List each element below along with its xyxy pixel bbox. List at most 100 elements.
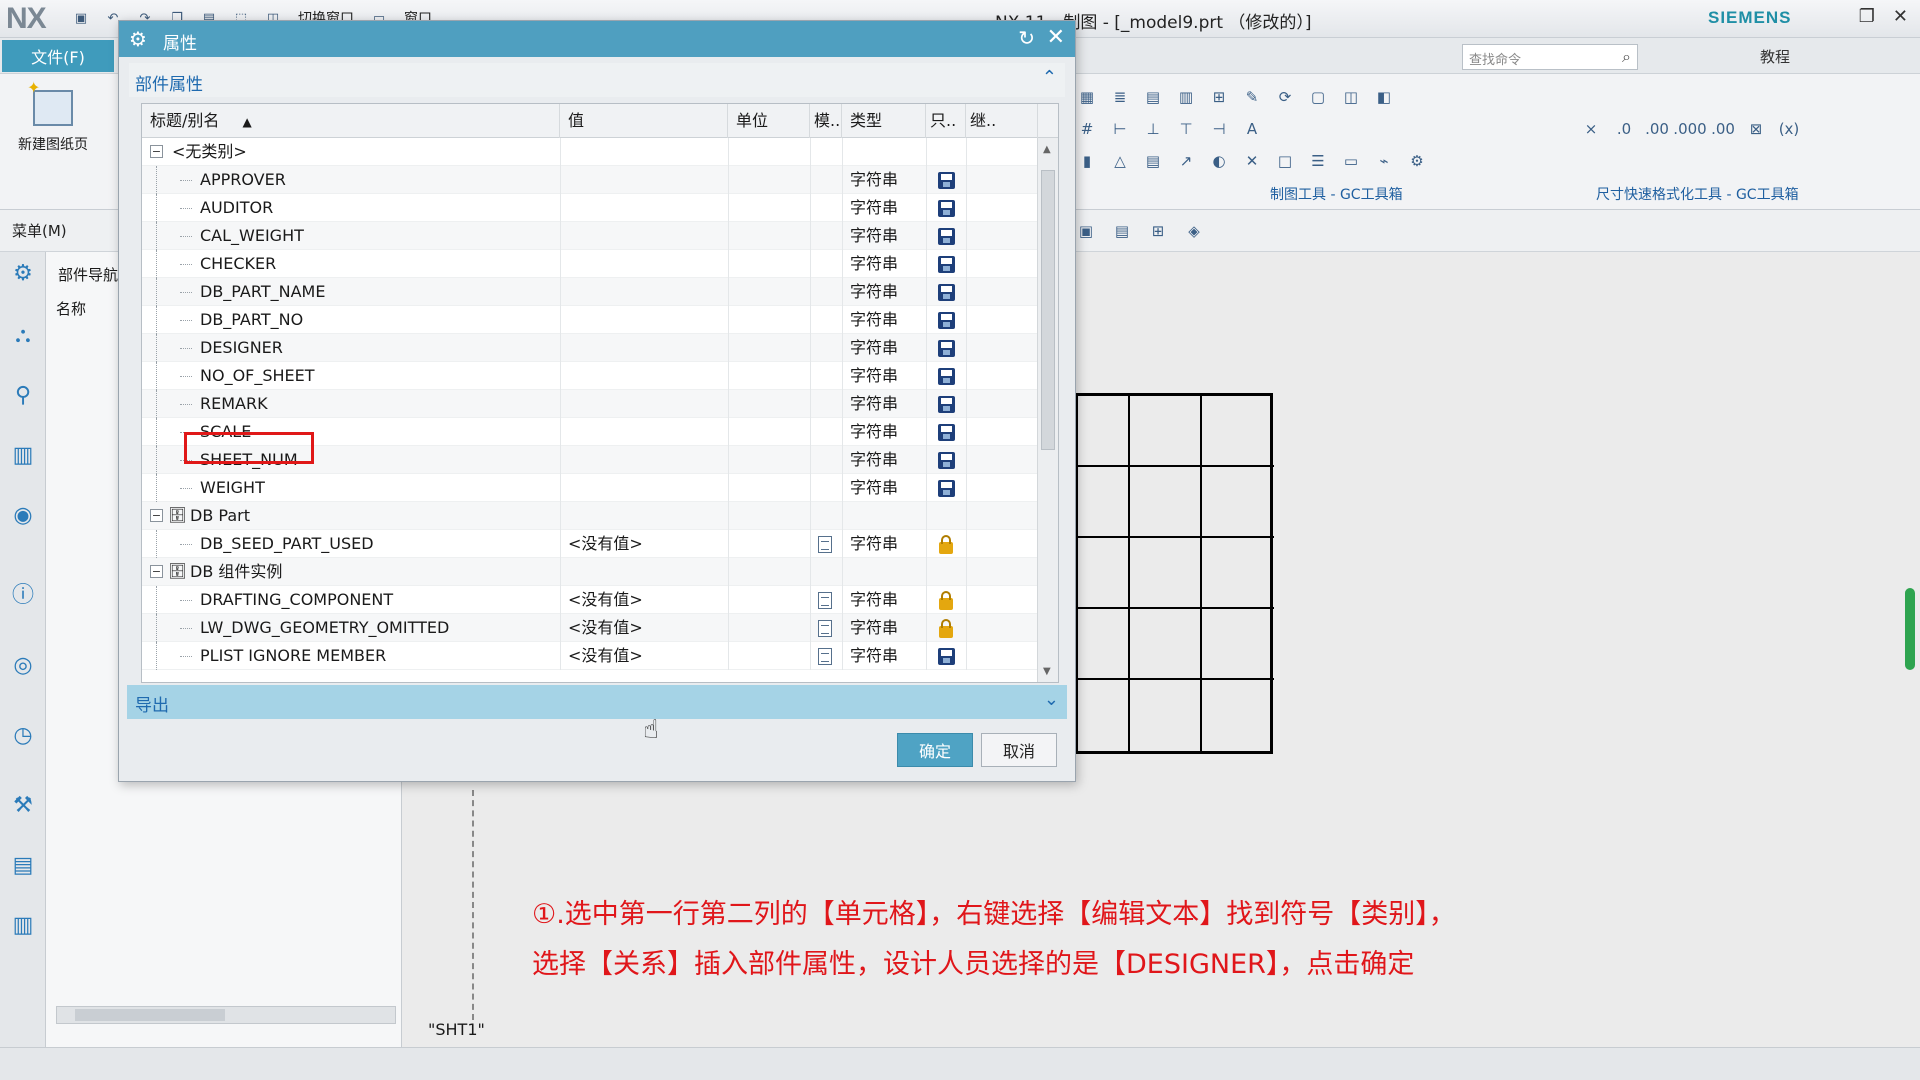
list-icon[interactable]: ☰: [1307, 150, 1329, 172]
history-icon[interactable]: ◷: [9, 722, 37, 750]
layout-icon[interactable]: ⊞: [1147, 220, 1169, 242]
navigator-horizontal-scrollbar[interactable]: [56, 1006, 396, 1024]
table-row[interactable]: APPROVER 字符串: [142, 166, 1038, 194]
attribute-title-cell[interactable]: LW_DWG_GEOMETRY_OMITTED: [142, 614, 560, 642]
info-icon[interactable]: ⓘ: [9, 582, 37, 610]
attribute-value-cell[interactable]: [560, 474, 728, 502]
export-section-header[interactable]: 导出 ⌄: [127, 685, 1067, 719]
eye-icon[interactable]: ◉: [9, 502, 37, 530]
assembly-navigator-icon[interactable]: ⚲: [9, 382, 37, 410]
column-readonly[interactable]: 只..: [926, 104, 966, 138]
table-row[interactable]: AUDITOR 字符串: [142, 194, 1038, 222]
attribute-value-cell[interactable]: [560, 362, 728, 390]
sheet-icon[interactable]: ▤: [1142, 86, 1164, 108]
cancel-button[interactable]: 取消: [981, 733, 1057, 767]
save-icon[interactable]: ▣: [70, 8, 92, 28]
frame-icon[interactable]: ▢: [1307, 86, 1329, 108]
table-row[interactable]: DB_SEED_PART_USED <没有值> 字符串: [142, 530, 1038, 558]
dimension-icon[interactable]: ⊢: [1109, 118, 1131, 140]
scroll-thumb[interactable]: [75, 1009, 225, 1021]
tolerance-icon[interactable]: ⊥: [1142, 118, 1164, 140]
column-modifiable[interactable]: 模..: [810, 104, 842, 138]
table-row[interactable]: REMARK 字符串: [142, 390, 1038, 418]
attribute-title-cell[interactable]: CHECKER: [142, 250, 560, 278]
attribute-title-cell[interactable]: DB_SEED_PART_USED: [142, 530, 560, 558]
axis-icon[interactable]: ↗: [1175, 150, 1197, 172]
attribute-value-cell[interactable]: [560, 166, 728, 194]
text-abc-icon[interactable]: A: [1241, 118, 1263, 140]
column-title[interactable]: 标题/别名 ▲: [142, 104, 560, 138]
sphere-icon[interactable]: ◐: [1208, 150, 1230, 172]
attribute-value-cell[interactable]: [560, 222, 728, 250]
zoom-slider[interactable]: [1905, 588, 1915, 670]
boxed-x-icon[interactable]: ⊠: [1745, 118, 1767, 140]
scroll-up-icon[interactable]: ▲: [1043, 144, 1051, 155]
attribute-title-cell[interactable]: DESIGNER: [142, 334, 560, 362]
chart-icon[interactable]: ⊤: [1175, 118, 1197, 140]
attribute-value-cell[interactable]: [560, 390, 728, 418]
table-row[interactable]: NO_OF_SHEET 字符串: [142, 362, 1038, 390]
attribute-value-cell[interactable]: [560, 446, 728, 474]
window-split-icon[interactable]: ◫: [1340, 86, 1362, 108]
attribute-value-cell[interactable]: <没有值>: [560, 586, 728, 614]
table-group-row[interactable]: − <无类别>: [142, 138, 1038, 166]
help-label[interactable]: 教程: [1760, 46, 1790, 67]
restore-icon[interactable]: ❐: [1859, 6, 1875, 27]
attribute-value-cell[interactable]: <没有值>: [560, 530, 728, 558]
close-window-icon[interactable]: ✕: [1893, 6, 1908, 27]
column-inherit[interactable]: 继..: [966, 104, 1038, 138]
filter-icon[interactable]: ◈: [1183, 220, 1205, 242]
menu-button[interactable]: 菜单(M): [12, 220, 67, 241]
table-row[interactable]: LW_DWG_GEOMETRY_OMITTED <没有值> 字符串: [142, 614, 1038, 642]
table-row[interactable]: WEIGHT 字符串: [142, 474, 1038, 502]
table-row[interactable]: PLIST IGNORE MEMBER <没有值> 字符串: [142, 642, 1038, 670]
attribute-title-cell[interactable]: PLIST IGNORE MEMBER: [142, 642, 560, 670]
attribute-title-cell[interactable]: WEIGHT: [142, 474, 560, 502]
settings-icon[interactable]: ⚙: [9, 260, 37, 288]
dimension-format-group-label[interactable]: 尺寸快速格式化工具 - GC工具箱: [1596, 184, 1799, 204]
doc-icon[interactable]: ▤: [1142, 150, 1164, 172]
layers-icon[interactable]: ≣: [1109, 86, 1131, 108]
decimal-3-icon[interactable]: .000: [1673, 118, 1706, 140]
navigator-column-name[interactable]: 名称: [56, 298, 86, 319]
reuse-library-icon[interactable]: ▥: [9, 442, 37, 470]
attribute-value-cell[interactable]: [560, 418, 728, 446]
attribute-value-cell[interactable]: [560, 334, 728, 362]
attribute-title-cell[interactable]: CAL_WEIGHT: [142, 222, 560, 250]
note-icon[interactable]: ▭: [1340, 150, 1362, 172]
close-icon[interactable]: ✕: [1047, 25, 1065, 50]
command-search-input[interactable]: 查找命令 ⌕: [1462, 44, 1638, 70]
table-group-row[interactable]: − 🗄 DB 组件实例: [142, 558, 1038, 586]
attribute-title-cell[interactable]: NO_OF_SHEET: [142, 362, 560, 390]
part-navigator-icon[interactable]: ⛬: [9, 322, 37, 350]
attribute-value-cell[interactable]: [560, 194, 728, 222]
xyz-icon[interactable]: ✕: [1241, 150, 1263, 172]
attribute-title-cell[interactable]: REMARK: [142, 390, 560, 418]
column-type[interactable]: 类型: [842, 104, 926, 138]
view-icon[interactable]: ▤: [1111, 220, 1133, 242]
search-icon[interactable]: ⌕: [1622, 47, 1631, 67]
attribute-value-cell[interactable]: [560, 306, 728, 334]
scroll-down-icon[interactable]: ▼: [1043, 666, 1051, 677]
attribute-value-cell[interactable]: <没有值>: [560, 642, 728, 670]
decimal-4-icon[interactable]: .00: [1711, 118, 1735, 140]
refresh-icon[interactable]: ⟳: [1274, 86, 1296, 108]
edit-icon[interactable]: ✎: [1241, 86, 1263, 108]
attribute-title-cell[interactable]: DB_PART_NO: [142, 306, 560, 334]
attribute-value-cell[interactable]: <没有值>: [560, 614, 728, 642]
scroll-thumb[interactable]: [1041, 170, 1055, 450]
collapse-toggle-icon[interactable]: −: [150, 509, 163, 522]
table-row[interactable]: DB_PART_NAME 字符串: [142, 278, 1038, 306]
table-group-row[interactable]: − 🗄 DB Part: [142, 502, 1038, 530]
roles-icon[interactable]: ▤: [9, 852, 37, 880]
decimal-2-icon[interactable]: .00: [1645, 118, 1669, 140]
attribute-title-cell[interactable]: DB_PART_NAME: [142, 278, 560, 306]
column-unit[interactable]: 单位: [728, 104, 810, 138]
camera-icon[interactable]: ▣: [1075, 220, 1097, 242]
system-icon[interactable]: ▥: [9, 912, 37, 940]
book-icon[interactable]: ▥: [1175, 86, 1197, 108]
attribute-title-cell[interactable]: APPROVER: [142, 166, 560, 194]
decimal-icon[interactable]: .0: [1613, 118, 1635, 140]
table-row[interactable]: CAL_WEIGHT 字符串: [142, 222, 1038, 250]
grid-icon[interactable]: ⊞: [1208, 86, 1230, 108]
